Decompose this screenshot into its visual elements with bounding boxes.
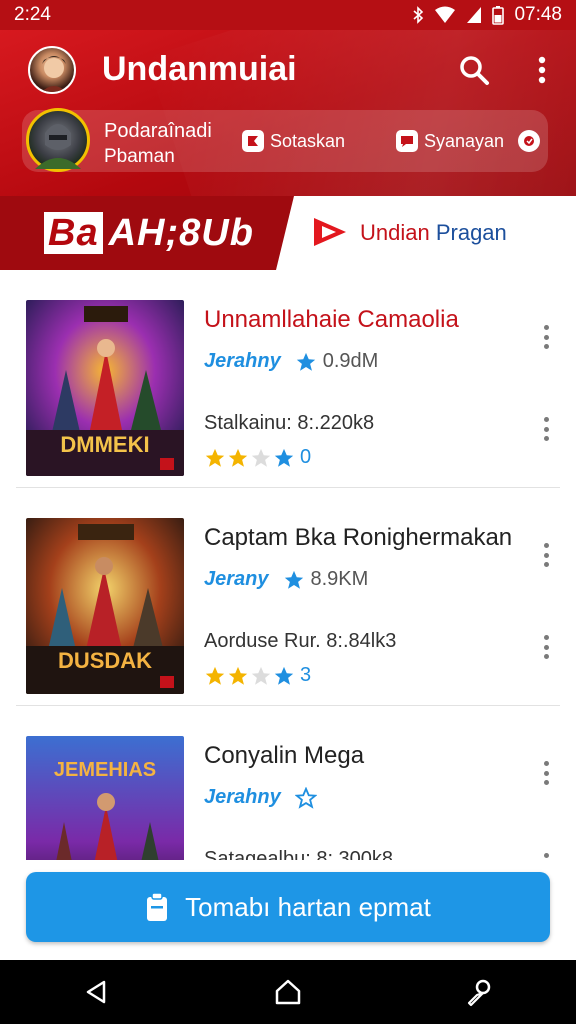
item-rating: 3 (204, 664, 311, 687)
item-views-value: 8.9KM (310, 568, 369, 590)
list-item[interactable]: JEMEHIAS Conyalin Mega Jerahny Satagealb… (16, 706, 560, 860)
header: Undanmuiai Podaraînadi Pbaman Sotaskan S… (0, 30, 576, 270)
item-tag[interactable]: Jerahny (204, 786, 281, 809)
bluetooth-icon (412, 6, 424, 24)
more-vertical-icon (538, 56, 546, 84)
battery-icon (492, 5, 505, 25)
star-filled-icon (205, 448, 225, 467)
item-rating: 0 (204, 446, 311, 469)
pill-syanayan-label: Syanayan (424, 130, 505, 151)
promo-button-label-b: Pragan (429, 220, 507, 245)
list-item[interactable]: DUSDAK Captam Bka Ronighermakan Jerany 8… (16, 488, 560, 706)
status-clock: 07:48 (514, 4, 562, 25)
item-views: 8.9KM (283, 568, 369, 591)
game-list: DMMEKI Unnamllahaie Camaolia Jerahny 0.9… (0, 270, 576, 860)
star-empty-icon (251, 448, 271, 467)
star-empty-icon (251, 666, 271, 685)
cover-title-3: JEMEHIAS (54, 759, 156, 781)
app-title: Undanmuiai (102, 50, 297, 88)
assistant-icon (467, 979, 491, 1007)
signal-icon (466, 6, 482, 24)
cover-title-2: DUSDAK (58, 648, 152, 673)
star-filled-icon (205, 666, 225, 685)
more-options-button[interactable] (520, 48, 564, 92)
app-screen: 2:24 07:48 Undanmuiai Podaraînadi Pbaman… (0, 0, 576, 1024)
star-blue-icon (274, 448, 294, 467)
search-button[interactable] (452, 48, 496, 92)
promo-banner: Ba AH;8Ub Undian Pragan (0, 196, 576, 270)
list-item[interactable]: DMMEKI Unnamllahaie Camaolia Jerahny 0.9… (16, 270, 560, 488)
profile-name: Podaraînadi (104, 120, 212, 142)
item-meta: Jerahny 0.9dM (204, 350, 378, 373)
status-bar: 2:24 07:48 (0, 0, 576, 30)
flag-icon (242, 130, 264, 152)
profile-subtitle: Pbaman (104, 146, 175, 167)
star-filled-icon (228, 448, 248, 467)
star-filled-icon (228, 666, 248, 685)
user-avatar[interactable] (28, 46, 76, 94)
promo-text: Ba AH;8Ub (44, 212, 254, 255)
item-stats-more-button[interactable] (536, 414, 556, 444)
nav-assistant-button[interactable] (450, 962, 510, 1022)
item-more-button[interactable] (536, 540, 556, 570)
promo-button-label-a: Undian (360, 220, 430, 245)
item-tag[interactable]: Jerany (204, 568, 269, 591)
chat-icon (396, 130, 418, 152)
game-cover[interactable]: DMMEKI (26, 300, 184, 476)
item-title[interactable]: Captam Bka Ronighermakan (204, 524, 512, 552)
promo-button[interactable]: Undian Pragan (276, 196, 576, 270)
item-meta: Jerahny (204, 786, 323, 809)
item-views-value: 0.9dM (322, 350, 379, 372)
nav-home-button[interactable] (258, 962, 318, 1022)
profile-card[interactable]: Podaraînadi Pbaman Sotaskan Syanayan (22, 108, 548, 172)
clipboard-icon (147, 892, 168, 921)
primary-action-label: Tomabı hartan epmat (185, 891, 431, 922)
nav-back-button[interactable] (66, 962, 126, 1022)
wifi-icon (434, 6, 456, 24)
item-stats: Stalkainu: 8:.220k8 (204, 412, 375, 434)
item-title[interactable]: Unnamllahaie Camaolia (204, 306, 459, 334)
item-meta: Jerany 8.9KM (204, 568, 368, 591)
promo-main-text: AH;8Ub (108, 212, 254, 254)
star-icon (284, 570, 303, 589)
item-views (294, 786, 323, 809)
game-cover[interactable]: DUSDAK (26, 518, 184, 694)
home-icon (275, 979, 301, 1005)
play-icon (312, 216, 348, 253)
bottom-cta-area: Tomabı hartan epmat (0, 860, 576, 960)
pill-sotaskan[interactable]: Sotaskan (242, 124, 345, 158)
app-bar: Undanmuiai (0, 30, 576, 110)
item-stats: Aorduse Rur. 8:.84lk3 (204, 630, 397, 652)
cover-title-1: DMMEKI (60, 432, 149, 457)
star-outline-icon (294, 786, 317, 809)
back-icon (86, 980, 106, 1004)
promo-button-label: Undian Pragan (360, 220, 507, 246)
status-icons: 07:48 (412, 4, 562, 26)
system-nav-bar (0, 960, 576, 1024)
item-title[interactable]: Conyalin Mega (204, 742, 364, 770)
star-blue-icon (274, 666, 294, 685)
pill-syanayan[interactable]: Syanayan (396, 124, 541, 158)
badge-icon (518, 130, 541, 152)
profile-avatar (26, 108, 90, 172)
item-stats: Satagealbu: 8:.300k8 (204, 848, 394, 860)
item-stats-more-button[interactable] (536, 632, 556, 662)
game-cover[interactable]: JEMEHIAS (26, 736, 184, 860)
item-stats-more-button[interactable] (536, 850, 556, 860)
search-icon (460, 56, 489, 85)
item-more-button[interactable] (536, 322, 556, 352)
item-more-button[interactable] (536, 758, 556, 788)
pill-sotaskan-label: Sotaskan (270, 130, 346, 151)
primary-action-button[interactable]: Tomabı hartan epmat (26, 872, 550, 942)
promo-badge: Ba (44, 212, 103, 254)
item-views: 0.9dM (295, 350, 379, 373)
status-time: 2:24 (14, 4, 51, 25)
rating-count: 3 (300, 664, 312, 686)
rating-count: 0 (300, 446, 312, 468)
item-tag[interactable]: Jerahny (204, 350, 281, 373)
star-icon (296, 352, 315, 371)
